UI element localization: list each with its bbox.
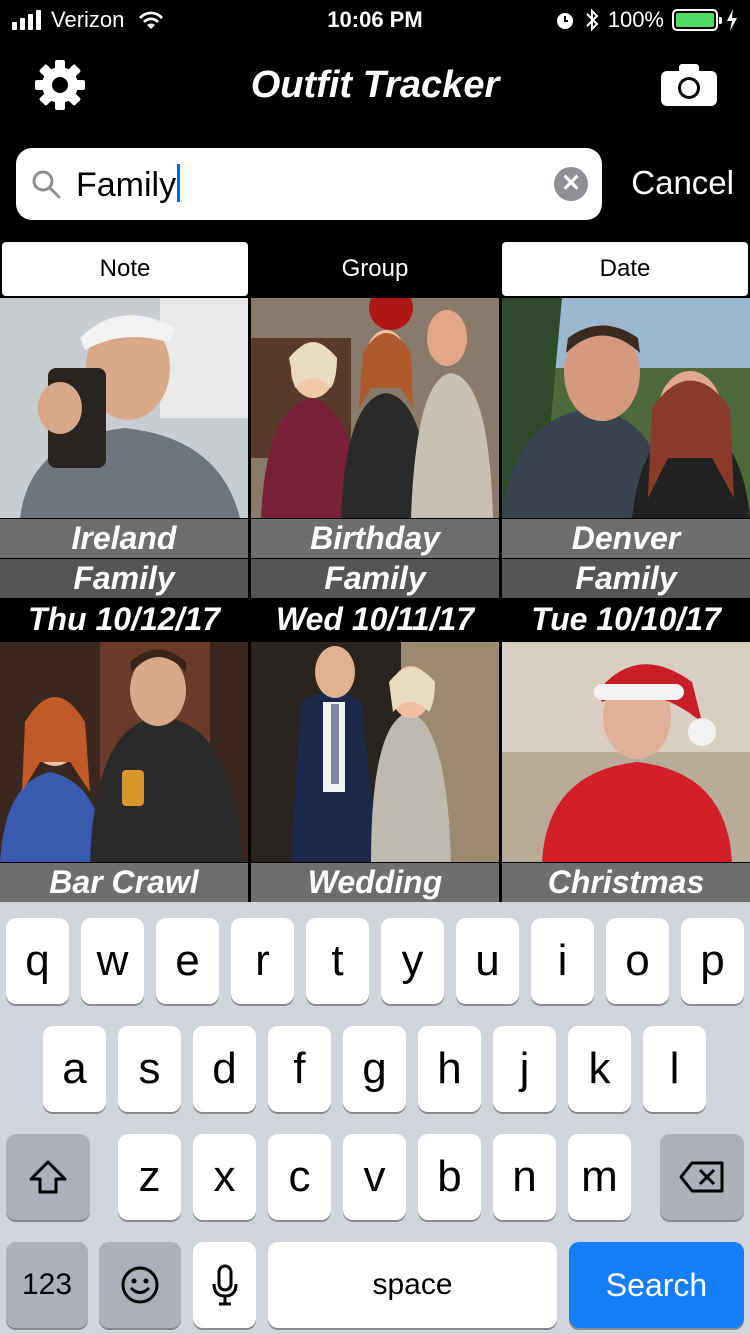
cancel-button[interactable]: Cancel [631,164,734,202]
dictation-key[interactable] [193,1242,256,1328]
key-l[interactable]: l [643,1026,706,1112]
clear-search-icon[interactable]: ✕ [554,167,588,201]
key-x[interactable]: x [193,1134,256,1220]
key-s[interactable]: s [118,1026,181,1112]
outfit-date: Thu 10/12/17 [0,598,248,640]
key-d[interactable]: d [193,1026,256,1112]
outfit-note: Denver [502,518,750,558]
page-title: Outfit Tracker [250,64,500,106]
outfit-card[interactable]: Ireland Family Thu 10/12/17 [0,298,248,640]
key-q[interactable]: q [6,918,69,1004]
charging-icon [727,9,737,31]
text-cursor [177,164,181,202]
outfit-card[interactable]: Birthday Family Wed 10/11/17 [251,298,499,640]
outfit-photo [0,642,248,862]
numbers-key[interactable]: 123 [6,1242,88,1328]
outfit-note: Ireland [0,518,248,558]
key-j[interactable]: j [493,1026,556,1112]
search-input[interactable]: Family ✕ [16,148,602,220]
outfit-note: Birthday [251,518,499,558]
outfit-group: Family [0,558,248,598]
alarm-icon [556,13,573,29]
search-key[interactable]: Search [569,1242,744,1328]
key-y[interactable]: y [381,918,444,1004]
delete-key[interactable] [660,1134,744,1220]
search-icon [32,170,61,199]
outfit-group: Family [251,558,499,598]
outfit-card[interactable]: Bar Crawl [0,642,248,902]
battery-icon [672,9,722,31]
key-v[interactable]: v [343,1134,406,1220]
key-b[interactable]: b [418,1134,481,1220]
outfit-date: Wed 10/11/17 [251,598,499,640]
outfit-card[interactable]: Wedding [251,642,499,902]
key-f[interactable]: f [268,1026,331,1112]
outfit-note: Wedding [251,862,499,902]
segment-group[interactable]: Group [250,240,500,298]
key-h[interactable]: h [418,1026,481,1112]
sort-segmented-control: Note Group Date [0,240,750,298]
backspace-icon [679,1161,724,1193]
shift-key[interactable] [6,1134,90,1220]
outfit-note: Christmas [502,862,750,902]
status-bar: Verizon 10:06 PM 100% [0,0,750,40]
outfit-date: Tue 10/10/17 [502,598,750,640]
outfit-photo [0,298,248,518]
emoji-icon [121,1266,159,1304]
search-value: Family [76,166,177,204]
bluetooth-icon [586,8,599,32]
outfit-group: Family [502,558,750,598]
emoji-key[interactable] [99,1242,181,1328]
key-g[interactable]: g [343,1026,406,1112]
shift-arrow-icon [29,1160,67,1194]
key-w[interactable]: w [81,918,144,1004]
outfit-photo [251,642,499,862]
space-key[interactable]: space [268,1242,557,1328]
key-o[interactable]: o [606,918,669,1004]
nav-bar: Outfit Tracker [0,40,750,130]
key-z[interactable]: z [118,1134,181,1220]
key-p[interactable]: p [681,918,744,1004]
key-k[interactable]: k [568,1026,631,1112]
key-u[interactable]: u [456,918,519,1004]
key-e[interactable]: e [156,918,219,1004]
outfit-photo [251,298,499,518]
key-a[interactable]: a [43,1026,106,1112]
segment-date[interactable]: Date [500,240,750,298]
outfit-note: Bar Crawl [0,862,248,902]
key-r[interactable]: r [231,918,294,1004]
key-m[interactable]: m [568,1134,631,1220]
search-bar: Family ✕ Cancel [0,130,750,240]
key-i[interactable]: i [531,918,594,1004]
outfit-photo [502,298,750,518]
outfit-grid: Ireland Family Thu 10/12/17 Birthday Fam… [0,298,750,902]
battery-percent: 100% [607,7,664,32]
key-t[interactable]: t [306,918,369,1004]
outfit-card[interactable]: Christmas [502,642,750,902]
segment-note[interactable]: Note [0,240,250,298]
camera-icon[interactable] [661,64,717,106]
outfit-photo [502,642,750,862]
key-c[interactable]: c [268,1134,331,1220]
key-n[interactable]: n [493,1134,556,1220]
microphone-icon [212,1264,237,1306]
outfit-card[interactable]: Denver Family Tue 10/10/17 [502,298,750,640]
keyboard: q w e r t y u i o p a s d f g h j k l z … [0,902,750,1334]
